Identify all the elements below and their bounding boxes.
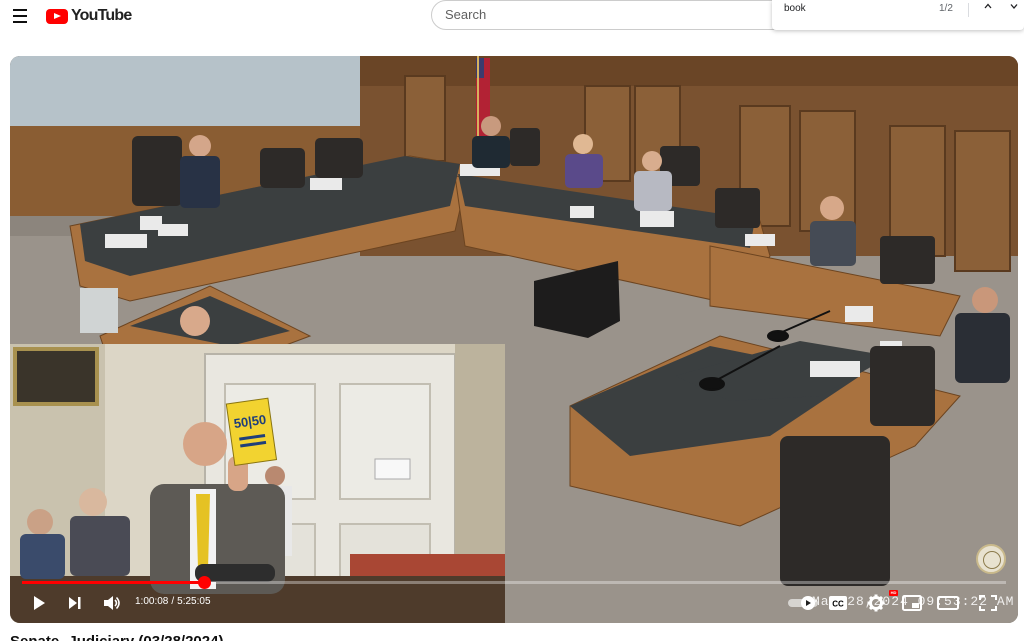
theater-mode-button[interactable] bbox=[936, 593, 960, 613]
search-box[interactable] bbox=[431, 0, 791, 30]
gear-icon bbox=[867, 594, 885, 612]
miniplayer-button[interactable] bbox=[900, 593, 924, 613]
captions-icon: CC bbox=[829, 596, 847, 610]
duration: 5:25:05 bbox=[177, 596, 211, 607]
volume-button[interactable] bbox=[100, 593, 124, 613]
autoplay-toggle-icon bbox=[788, 596, 818, 610]
menu-line bbox=[13, 15, 27, 17]
chevron-up-icon[interactable] bbox=[979, 1, 997, 17]
miniplayer-icon bbox=[902, 595, 922, 611]
menu-line bbox=[13, 9, 27, 11]
youtube-play-icon bbox=[46, 8, 68, 24]
progress-bar[interactable] bbox=[22, 576, 1006, 589]
menu-line bbox=[13, 21, 27, 23]
captions-button[interactable]: CC bbox=[826, 593, 850, 613]
svg-text:CC: CC bbox=[832, 600, 844, 609]
fullscreen-icon bbox=[979, 595, 997, 611]
find-match-count: 1/2 bbox=[939, 3, 953, 14]
hd-badge: HD bbox=[889, 590, 898, 596]
progress-scrubber-handle[interactable] bbox=[198, 576, 212, 589]
current-time: 1:00:08 bbox=[135, 596, 169, 607]
find-query[interactable]: book bbox=[784, 3, 806, 14]
play-button[interactable] bbox=[28, 593, 50, 613]
time-separator: / bbox=[171, 596, 175, 607]
theater-mode-icon bbox=[937, 596, 959, 610]
play-icon bbox=[34, 596, 45, 610]
hamburger-menu-button[interactable] bbox=[8, 4, 32, 28]
youtube-logo[interactable]: YouTube bbox=[46, 6, 132, 26]
progress-fill bbox=[22, 581, 205, 584]
video-title: Senate- Judiciary (03/28/2024) bbox=[10, 633, 223, 641]
youtube-wordmark: YouTube bbox=[71, 7, 132, 24]
settings-button[interactable] bbox=[864, 593, 888, 613]
video-player[interactable]: 50|50 Mar 28,2024 09:53:22 AM 1:00:08/5:… bbox=[10, 56, 1018, 623]
state-seal-icon bbox=[976, 544, 1006, 574]
time-display: 1:00:08/5:25:05 bbox=[135, 596, 211, 607]
autoplay-toggle[interactable] bbox=[785, 593, 821, 613]
volume-icon bbox=[104, 596, 120, 610]
search-input[interactable] bbox=[445, 7, 765, 22]
chevron-down-icon[interactable] bbox=[1005, 1, 1023, 17]
skip-next-icon bbox=[69, 597, 81, 609]
fullscreen-button[interactable] bbox=[976, 593, 1000, 613]
find-in-page-bar: book 1/2 bbox=[772, 0, 1024, 30]
next-video-button[interactable] bbox=[64, 593, 86, 613]
find-divider bbox=[968, 3, 969, 17]
